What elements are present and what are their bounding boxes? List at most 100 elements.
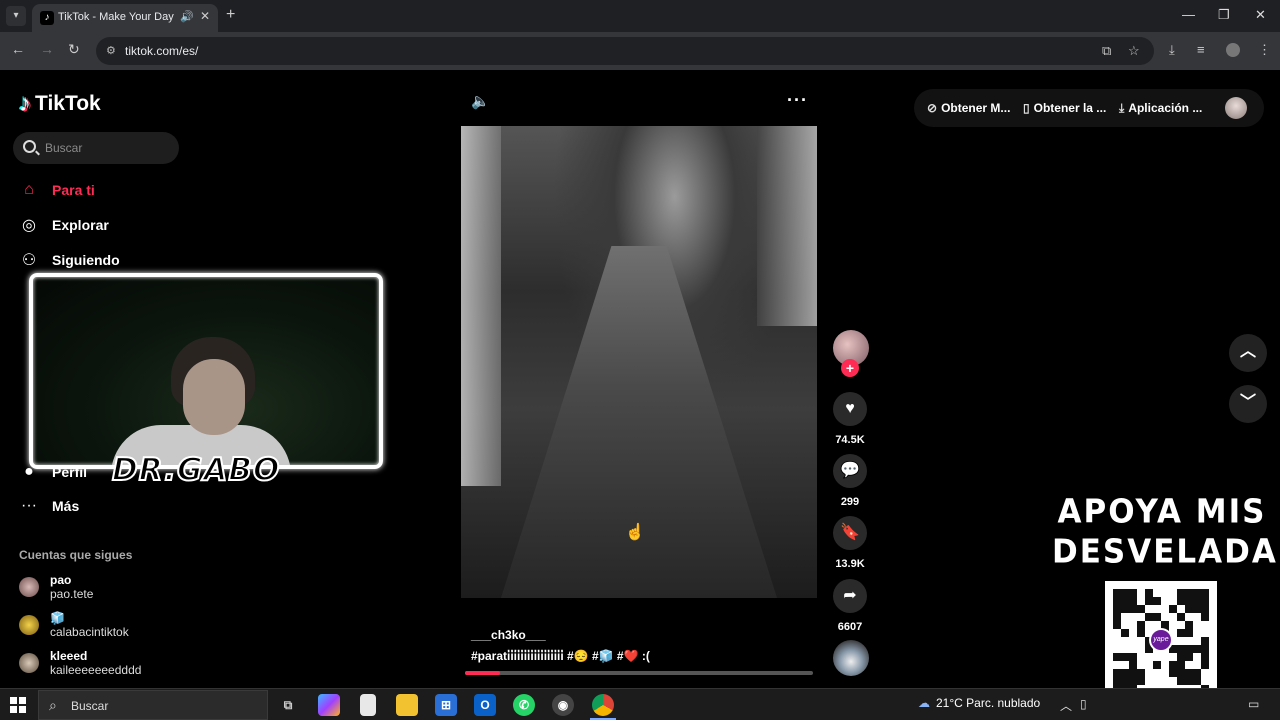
tiktok-note-icon: ♪ xyxy=(19,90,31,117)
following-icon: ⚇ xyxy=(21,252,37,269)
url-text: tiktok.com/es/ xyxy=(125,44,199,58)
tab-audio-icon[interactable]: 🔊 xyxy=(180,10,194,23)
tray-app-icon[interactable]: ▯ xyxy=(1080,697,1087,711)
taskbar-search[interactable]: ⌕ Buscar xyxy=(38,690,268,720)
top-action-bar: ⊘ Obtener M... ▯ Obtener la ... ⤓ Aplicació… xyxy=(914,89,1264,127)
browser-tab[interactable]: ♪ TikTok - Make Your Day 🔊 ✕ xyxy=(32,4,218,32)
tiktok-favicon-icon: ♪ xyxy=(40,11,54,25)
bookmark-icon: 🔖 xyxy=(840,524,860,541)
chevron-up-icon: ︿ xyxy=(1239,343,1256,360)
share-button[interactable]: ➦ xyxy=(833,579,867,613)
more-dots-icon: ··· xyxy=(21,497,37,514)
video-caption: #parati̇i̇i̇i̇i̇i̇i̇i̇i̇i̇i̇i̇i̇i̇i̇i̇i̇… xyxy=(471,649,650,663)
minimize-button[interactable]: — xyxy=(1182,7,1195,22)
tab-search-icon[interactable]: ▾ xyxy=(6,6,26,26)
nav-para-ti[interactable]: ⌂ Para ti xyxy=(19,178,95,202)
forward-arrow-icon[interactable]: → xyxy=(40,41,54,57)
tiktok-logo[interactable]: ♪ TikTok xyxy=(19,90,101,118)
nav-label: Siguiendo xyxy=(52,252,120,268)
weather-temp: 21°C xyxy=(936,696,963,710)
account-handle: kaileeeeeeedddd xyxy=(50,663,142,677)
notification-icon[interactable]: ▭ xyxy=(1248,697,1259,711)
next-video-button[interactable]: ﹀ xyxy=(1229,385,1267,423)
link-label: Obtener la ... xyxy=(1033,101,1107,115)
bookmark-star-icon[interactable]: ☆ xyxy=(1128,43,1140,59)
heart-icon: ♥ xyxy=(845,400,855,417)
whatsapp-icon[interactable]: ✆ xyxy=(513,694,535,716)
account-handle: pao.tete xyxy=(50,587,94,601)
account-name: kleeed xyxy=(50,649,88,663)
nav-explorar[interactable]: ◎ Explorar xyxy=(19,213,109,237)
account-item[interactable]: kleeed kaileeeeeeedddd xyxy=(19,649,179,679)
search-placeholder: Buscar xyxy=(45,141,83,155)
hand-cursor-icon: ☝ xyxy=(625,524,645,541)
compass-icon: ◎ xyxy=(22,217,36,234)
reload-icon[interactable]: ↻ xyxy=(68,41,80,58)
link-label: Obtener M... xyxy=(941,101,1011,115)
volume-icon[interactable]: 🔈 xyxy=(471,92,490,110)
account-avatar xyxy=(19,577,39,597)
more-options-icon[interactable]: ··· xyxy=(787,90,808,111)
support-line-2: DESVELADAS xyxy=(1052,533,1280,571)
profile-avatar[interactable] xyxy=(1225,97,1247,119)
outlook-icon[interactable]: O xyxy=(474,694,496,716)
file-explorer-icon[interactable] xyxy=(396,694,418,716)
music-disc[interactable] xyxy=(833,640,869,676)
chevron-down-icon: ﹀ xyxy=(1239,394,1256,411)
video-author[interactable]: ___ch3ko___ xyxy=(471,628,546,642)
install-app-icon[interactable]: ⧉ xyxy=(1102,43,1111,59)
video-progress-bar[interactable] xyxy=(465,671,813,675)
new-tab-button[interactable]: + xyxy=(226,6,235,24)
logo-text: TikTok xyxy=(35,92,101,115)
close-window-button[interactable]: ✕ xyxy=(1255,7,1266,23)
account-name: pao xyxy=(50,573,72,587)
task-view-icon[interactable]: ⧉ xyxy=(277,694,299,716)
weather-widget[interactable]: ☁ 21°C Parc. nublado xyxy=(918,696,1040,710)
following-accounts-title: Cuentas que sigues xyxy=(19,548,133,562)
nav-mas[interactable]: ··· Más xyxy=(19,494,79,518)
get-coins-link[interactable]: ⊘ Obtener M... xyxy=(927,101,1010,115)
support-banner: APOYA MIS DESVELADAS xyxy=(1052,492,1280,572)
weather-cloud-icon: ☁ xyxy=(918,696,930,710)
obs-icon[interactable]: ◉ xyxy=(552,694,574,716)
search-icon: ⌕ xyxy=(49,697,57,713)
like-button[interactable]: ♥ xyxy=(833,392,867,426)
comment-icon: 💬 xyxy=(840,462,860,479)
save-button[interactable]: 🔖 xyxy=(833,516,867,550)
nav-label: Para ti xyxy=(52,182,95,198)
tray-overflow-chevron-icon[interactable]: ︿ xyxy=(1060,697,1072,714)
follow-button[interactable]: + xyxy=(841,359,859,377)
windows-taskbar: ⌕ Buscar ⧉ ⊞ O ✆ ◉ ☁ 21°C Parc. nublado ︿… xyxy=(0,688,1280,720)
media-control-icon[interactable]: ≡ xyxy=(1197,42,1205,57)
account-item[interactable]: 🧊 calabacintiktok xyxy=(19,611,179,641)
notepad-icon[interactable] xyxy=(360,694,376,716)
comment-button[interactable]: 💬 xyxy=(833,454,867,488)
previous-video-button[interactable]: ︿ xyxy=(1229,334,1267,372)
back-arrow-icon[interactable]: ← xyxy=(11,41,25,57)
nav-siguiendo[interactable]: ⚇ Siguiendo xyxy=(19,248,120,272)
account-avatar xyxy=(19,615,39,635)
download-icon[interactable]: ⤓ xyxy=(1169,42,1175,58)
chrome-icon[interactable] xyxy=(592,694,614,716)
home-icon: ⌂ xyxy=(24,181,34,198)
desktop-app-link[interactable]: ⤓ Aplicación ... xyxy=(1119,101,1202,116)
tab-title: TikTok - Make Your Day xyxy=(58,11,174,23)
streamer-name-overlay: DR.GABO xyxy=(111,451,281,489)
chrome-profile-avatar[interactable] xyxy=(1226,43,1240,57)
taskbar-search-placeholder: Buscar xyxy=(71,699,109,713)
streamer-image xyxy=(111,317,291,465)
coin-icon: ⊘ xyxy=(927,101,938,115)
account-item[interactable]: pao pao.tete xyxy=(19,573,179,603)
phone-icon: ▯ xyxy=(1023,101,1030,115)
tab-close-icon[interactable]: ✕ xyxy=(200,9,210,23)
address-bar[interactable]: ⚙ tiktok.com/es/ ⧉ ☆ xyxy=(96,37,1154,65)
chrome-menu-icon[interactable]: ⋮ xyxy=(1258,42,1271,58)
maximize-button[interactable]: ❐ xyxy=(1218,7,1230,23)
search-input[interactable]: Buscar xyxy=(13,132,179,164)
site-info-icon[interactable]: ⚙ xyxy=(106,44,116,57)
video-frame-wall xyxy=(757,126,817,326)
get-app-link[interactable]: ▯ Obtener la ... xyxy=(1023,101,1106,115)
store-icon[interactable]: ⊞ xyxy=(435,694,457,716)
copilot-icon[interactable] xyxy=(318,694,340,716)
windows-start-icon[interactable] xyxy=(10,697,26,713)
